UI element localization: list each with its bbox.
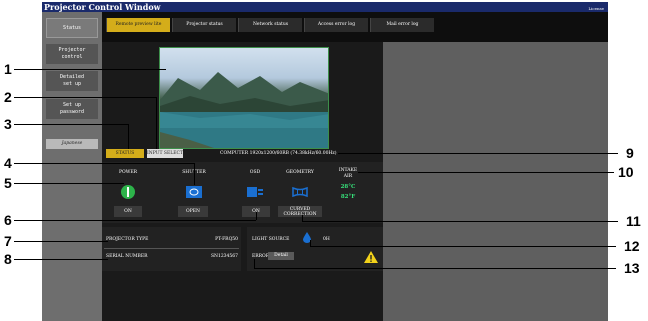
callout-line bbox=[194, 163, 195, 185]
sidebar-item-label: Detailed set up bbox=[59, 74, 85, 87]
callout-line bbox=[358, 172, 614, 173]
tab-projector-status[interactable]: Projector status bbox=[172, 18, 236, 32]
right-blank-area bbox=[383, 42, 608, 321]
power-label: POWER bbox=[118, 170, 137, 175]
warning-icon bbox=[364, 251, 378, 263]
callout-line bbox=[14, 163, 194, 164]
sidebar-item-status[interactable]: Status bbox=[46, 18, 98, 38]
sidebar-item-set-up-password[interactable]: Set up password bbox=[46, 99, 98, 119]
callout-number: 10 bbox=[618, 164, 634, 180]
light-source-label: LIGHT SOURCE bbox=[252, 237, 290, 242]
power-status-value: ON bbox=[114, 206, 142, 217]
callout-line bbox=[302, 221, 618, 222]
serial-number-value: SN1234567 bbox=[210, 254, 238, 259]
callout-number: 9 bbox=[626, 145, 634, 161]
window-title-bar: Projector Control Window License bbox=[42, 2, 608, 12]
tab-remote-preview-lite[interactable]: Remote preview lite bbox=[106, 18, 170, 32]
input-select-button[interactable]: INPUT SELECT bbox=[147, 149, 183, 158]
intake-air-celsius: 28°C bbox=[340, 184, 356, 190]
callout-line bbox=[14, 97, 156, 98]
projector-type-label: PROJECTOR TYPE bbox=[106, 237, 149, 242]
projector-info-panel bbox=[102, 227, 241, 271]
callout-number: 4 bbox=[4, 155, 12, 171]
light-error-panel bbox=[247, 227, 383, 271]
callout-line bbox=[302, 215, 303, 221]
input-signal-info: COMPUTER 1920x1200/60RB (74.38kHz/60.00H… bbox=[220, 151, 337, 156]
osd-label: OSD bbox=[249, 170, 261, 175]
callout-line bbox=[14, 241, 108, 242]
callout-number: 11 bbox=[626, 213, 641, 229]
callout-number: 5 bbox=[4, 175, 12, 191]
callout-line bbox=[128, 124, 129, 149]
intake-air-label: INTAKE AIR bbox=[328, 168, 368, 180]
callout-line bbox=[310, 240, 311, 246]
geometry-label: GEOMETRY bbox=[286, 170, 314, 175]
sidebar-item-projector-control[interactable]: Projector control bbox=[46, 44, 98, 64]
tab-mail-error-log[interactable]: Mail error log bbox=[370, 18, 434, 32]
callout-line bbox=[14, 183, 124, 184]
shutter-open-icon bbox=[186, 186, 202, 198]
callout-line bbox=[254, 268, 616, 269]
geometry-curved-icon bbox=[292, 186, 308, 198]
sidebar-item-label: Set up password bbox=[59, 102, 85, 115]
geometry-status-value: CURVED CORRECTION bbox=[278, 206, 322, 217]
callout-line bbox=[254, 259, 255, 268]
callout-line bbox=[256, 212, 257, 220]
callout-number: 8 bbox=[4, 251, 12, 267]
power-on-icon bbox=[121, 185, 135, 199]
divider bbox=[104, 248, 239, 249]
callout-line bbox=[156, 97, 157, 149]
callout-line bbox=[14, 220, 256, 221]
callout-number: 6 bbox=[4, 212, 12, 228]
callout-number: 7 bbox=[4, 233, 12, 249]
callout-number: 3 bbox=[4, 116, 12, 132]
projector-type-value: PT-FRQ50 bbox=[215, 237, 238, 242]
callout-number: 12 bbox=[624, 238, 640, 254]
geometry-value-line2: CORRECTION bbox=[283, 212, 317, 217]
callout-line bbox=[14, 259, 108, 260]
error-detail-button[interactable]: Detail bbox=[268, 252, 294, 260]
sidebar-item-detailed-set-up[interactable]: Detailed set up bbox=[46, 71, 98, 91]
light-source-hours: 0H bbox=[323, 237, 330, 242]
callout-line bbox=[14, 69, 166, 70]
status-button[interactable]: STATUS bbox=[106, 149, 144, 158]
shutter-status-value: OPEN bbox=[178, 206, 208, 217]
callout-line bbox=[14, 124, 128, 125]
window-title: Projector Control Window bbox=[44, 2, 161, 12]
tab-access-error-log[interactable]: Access error log bbox=[304, 18, 368, 32]
callout-number: 2 bbox=[4, 89, 12, 105]
language-button[interactable]: Japanese bbox=[46, 139, 98, 149]
tab-network-status[interactable]: Network status bbox=[238, 18, 302, 32]
callout-number: 1 bbox=[4, 61, 12, 77]
landscape-picture bbox=[160, 72, 328, 148]
callout-line bbox=[310, 246, 616, 247]
intake-air-fahrenheit: 82°F bbox=[340, 194, 356, 200]
preview-image bbox=[159, 47, 329, 149]
osd-icon bbox=[247, 187, 263, 197]
intake-air-label-line2: AIR bbox=[343, 174, 353, 179]
sidebar-item-label: Projector control bbox=[58, 47, 86, 60]
serial-number-label: SERIAL NUMBER bbox=[106, 254, 148, 259]
callout-number: 13 bbox=[624, 260, 640, 276]
callout-line bbox=[338, 153, 618, 154]
